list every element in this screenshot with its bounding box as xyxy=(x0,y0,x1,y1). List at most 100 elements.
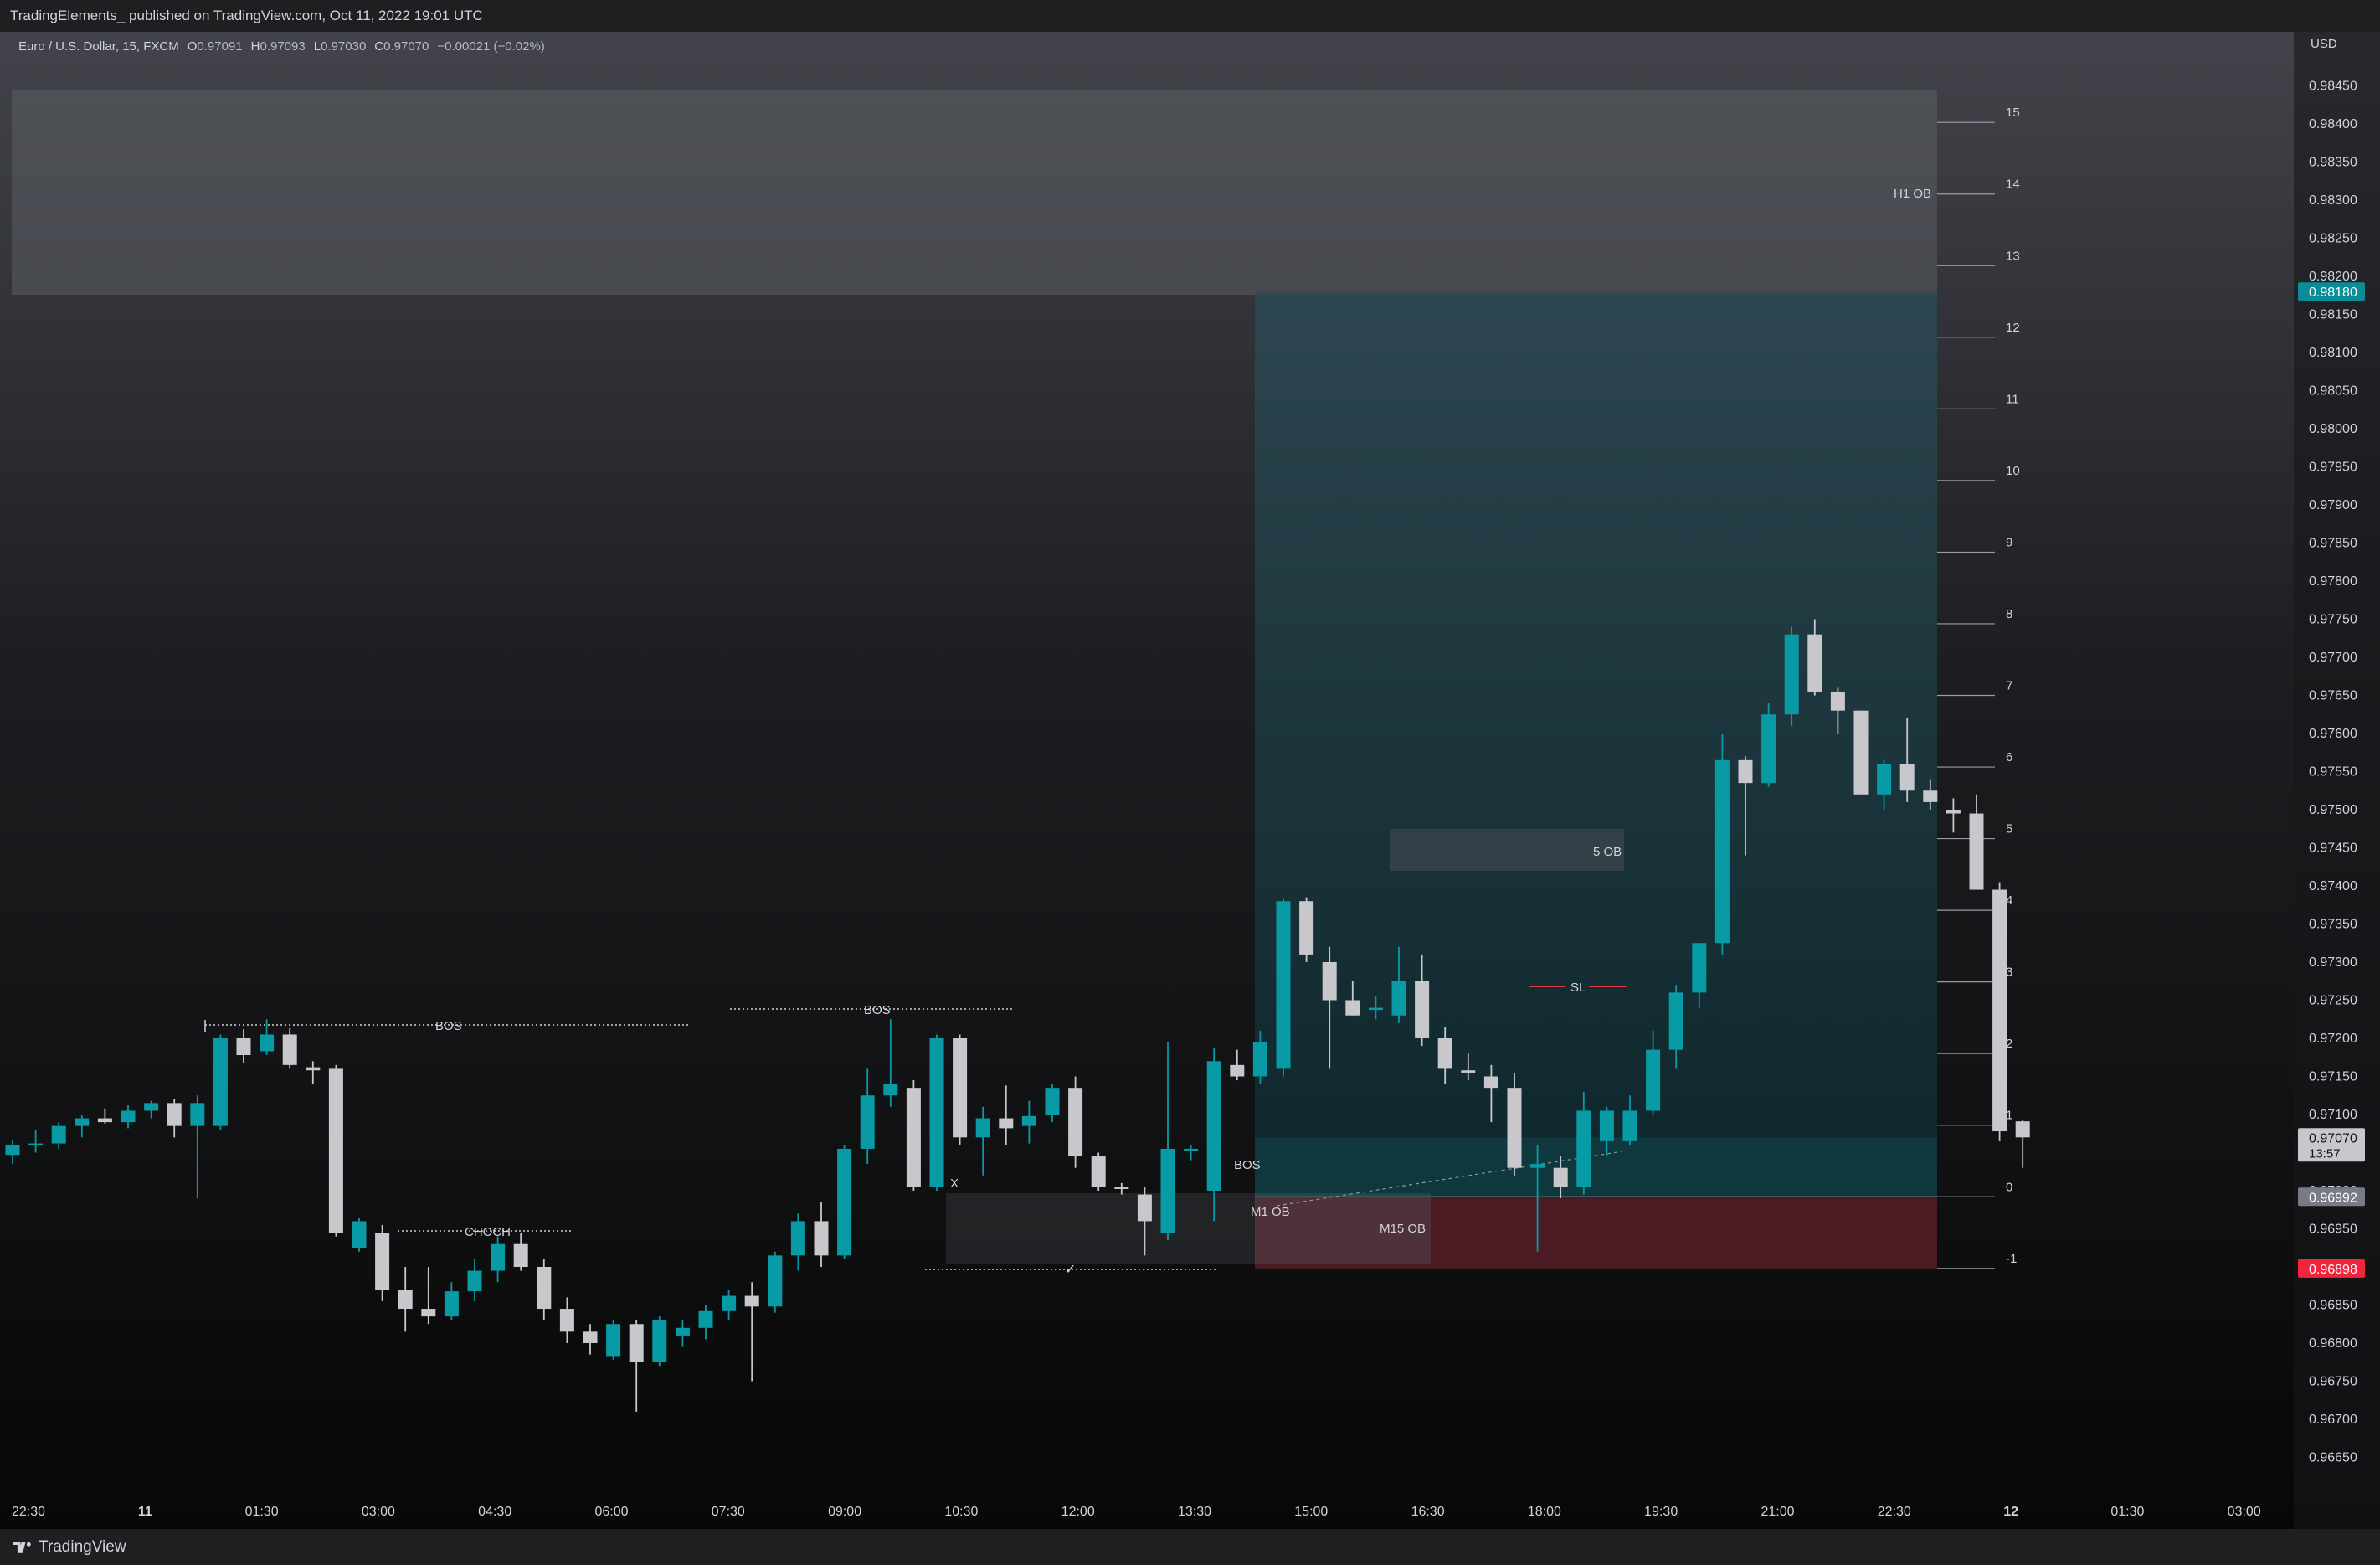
candle-body xyxy=(1530,1164,1545,1168)
r-level-label: 8 xyxy=(2006,607,2012,621)
5m-ob-label: 5 OB xyxy=(1593,845,1622,859)
candle-body xyxy=(1692,943,1707,993)
r-level-label: 11 xyxy=(2006,392,2019,406)
candle-body xyxy=(1761,714,1776,784)
chart-area[interactable]: 1514131211109876543210-1 BOSBOSCHOCH✓XBO… xyxy=(0,32,2380,1529)
candle-body xyxy=(1068,1088,1083,1157)
time-tick-label: 04:30 xyxy=(478,1505,511,1519)
time-tick-label: 16:30 xyxy=(1411,1505,1445,1519)
candle-body xyxy=(1784,634,1799,715)
tradingview-brand[interactable]: TradingView xyxy=(13,1538,126,1557)
liquidity-sweep-check: ✓ xyxy=(1065,1263,1076,1277)
time-tick-label: 01:30 xyxy=(2110,1505,2144,1519)
candle-body xyxy=(1946,810,1961,814)
candle-body xyxy=(860,1095,875,1149)
price-tick-label: 0.97850 xyxy=(2309,537,2357,551)
price-tick-label: 0.97650 xyxy=(2309,689,2357,703)
candle-body xyxy=(1230,1064,1245,1077)
candle-body xyxy=(1622,1110,1637,1141)
price-tick-label: 0.96850 xyxy=(2309,1299,2357,1313)
time-tick-label: 12 xyxy=(2003,1505,2018,1519)
candle-body xyxy=(1738,759,1753,784)
candle-body xyxy=(1714,759,1730,944)
price-tick-label: 0.97400 xyxy=(2309,879,2357,893)
candle-body xyxy=(1345,1000,1360,1016)
5m-order-block-zone xyxy=(1390,829,1624,871)
candle-body xyxy=(1091,1156,1106,1187)
target-price-tag: 0.98180 xyxy=(2309,286,2357,300)
candle-body xyxy=(375,1233,390,1290)
candle-body xyxy=(1599,1110,1614,1141)
r-level-label: 10 xyxy=(2006,464,2020,478)
candle-body xyxy=(75,1118,90,1126)
candle-body xyxy=(306,1067,321,1071)
m15-ob-label: M15 OB xyxy=(1380,1222,1426,1236)
x-marker: X xyxy=(950,1176,959,1191)
candle-body xyxy=(1461,1070,1476,1073)
time-tick-label: 01:30 xyxy=(245,1505,279,1519)
candle-body xyxy=(929,1038,944,1187)
candle-body xyxy=(1992,889,2007,1132)
r-level-label: 5 xyxy=(2006,822,2012,837)
candle-body xyxy=(213,1038,228,1126)
candle-body xyxy=(1021,1115,1036,1126)
candle-body xyxy=(1322,962,1337,1001)
time-tick-label: 18:00 xyxy=(1528,1505,1561,1519)
time-tick-label: 11 xyxy=(138,1505,152,1519)
price-tick-label: 0.96650 xyxy=(2309,1451,2357,1465)
sl-label: SL xyxy=(1570,981,1586,995)
candle-body xyxy=(975,1118,990,1138)
candle-body xyxy=(421,1309,436,1317)
candle-body xyxy=(1807,634,1822,692)
candle-body xyxy=(837,1148,852,1256)
published-line: TradingElements_ published on TradingVie… xyxy=(10,8,483,23)
candle-body xyxy=(352,1221,367,1248)
candle-body xyxy=(790,1221,805,1256)
candle-body xyxy=(1553,1167,1568,1187)
r-level-label: 6 xyxy=(2006,750,2012,764)
price-tick-label: 0.98150 xyxy=(2309,308,2357,322)
candle-body xyxy=(1899,764,1915,791)
time-tick-label: 19:30 xyxy=(1644,1505,1678,1519)
price-tick-label: 0.97550 xyxy=(2309,765,2357,780)
candle-body xyxy=(28,1143,44,1146)
candle-body xyxy=(51,1125,66,1144)
candle-body xyxy=(1276,901,1291,1069)
symbol-title: Euro / U.S. Dollar, 15, FXCM O0.97091 H0.9… xyxy=(18,39,545,54)
candle-body xyxy=(722,1295,737,1311)
candle-body xyxy=(1830,691,1845,711)
candle-body xyxy=(5,1145,20,1156)
candle-body xyxy=(629,1324,644,1362)
candle-body xyxy=(2015,1121,2030,1138)
r-level-label: 2 xyxy=(2006,1037,2012,1051)
time-tick-label: 21:00 xyxy=(1761,1505,1794,1519)
r-level-label: 0 xyxy=(2006,1180,2012,1194)
candle-body xyxy=(1437,1038,1452,1069)
candle-body xyxy=(1299,901,1314,955)
tradingview-logo-icon xyxy=(13,1542,31,1553)
candle-body xyxy=(97,1118,112,1123)
price-tick-label: 0.97600 xyxy=(2309,727,2357,741)
price-tick-label: 0.98400 xyxy=(2309,117,2357,131)
price-tick-label: 0.97250 xyxy=(2309,994,2357,1008)
bos-label: BOS xyxy=(1234,1158,1261,1172)
candle-body xyxy=(537,1267,552,1310)
price-tick-label: 0.98450 xyxy=(2309,80,2357,94)
r-level-label: 1 xyxy=(2006,1109,2012,1123)
price-tick-label: 0.98100 xyxy=(2309,346,2357,360)
current-profit-zone xyxy=(1255,1137,1937,1197)
brand-label: TradingView xyxy=(39,1538,126,1556)
r-level-label: 7 xyxy=(2006,679,2012,693)
footer-bar: TradingView xyxy=(0,1529,2380,1565)
bos-label: BOS xyxy=(435,1019,462,1033)
price-tick-label: 0.96700 xyxy=(2309,1413,2357,1427)
price-tick-label: 0.97350 xyxy=(2309,918,2357,932)
candle-body xyxy=(1923,790,1938,802)
candle-body xyxy=(513,1243,528,1267)
candle-body xyxy=(1206,1061,1221,1191)
price-tick-label: 0.97500 xyxy=(2309,803,2357,817)
price-tick-label: 0.97300 xyxy=(2309,955,2357,970)
candle-body xyxy=(1483,1076,1498,1089)
candle-body xyxy=(236,1038,251,1056)
candle-body xyxy=(1853,710,1869,795)
